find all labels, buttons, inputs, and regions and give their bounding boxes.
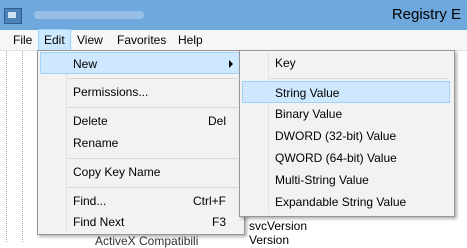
registry-editor-icon[interactable] [4,8,22,24]
menu-view[interactable]: View [72,30,108,50]
new-string-value-label: String Value [275,86,340,100]
edit-menu-new-label: New [73,57,98,71]
new-binary-value-label: Binary Value [275,107,343,121]
title-bar-blurred-region [34,11,144,19]
menu-bar: File Edit View Favorites Help [0,29,467,51]
menu-file[interactable]: File [8,30,37,50]
edit-menu-dropdown: New Permissions... Delete Del Rename Cop… [37,50,245,235]
edit-menu-delete[interactable]: Delete Del [40,110,240,132]
edit-menu-copy-key-name[interactable]: Copy Key Name [40,161,240,183]
value-name-svcversion[interactable]: svcVersion [249,219,307,233]
menu-separator [68,78,238,79]
new-expandable-string-value-label: Expandable String Value [275,195,407,209]
menu-separator [68,107,238,108]
tree-item-activex-compatibility[interactable]: ActiveX Compatibili [95,234,198,248]
new-multi-string-value-label: Multi-String Value [275,173,369,187]
menu-separator [68,158,238,159]
new-key-label: Key [275,56,296,70]
new-key[interactable]: Key [242,52,450,74]
tree-guide-line [6,51,7,242]
menu-favorites[interactable]: Favorites [112,30,171,50]
new-qword-value[interactable]: QWORD (64-bit) Value [242,147,450,169]
new-string-value[interactable]: String Value [242,81,450,103]
edit-menu-permissions-label: Permissions... [73,85,149,99]
window-title: Registry E [391,6,461,23]
edit-menu-find-next-label: Find Next [73,215,125,229]
edit-menu-rename-label: Rename [73,136,119,150]
value-name-version[interactable]: Version [249,233,289,247]
tree-guide-line [22,51,23,242]
menu-help[interactable]: Help [173,30,208,50]
new-dword-value-label: DWORD (32-bit) Value [275,129,397,143]
new-expandable-string-value[interactable]: Expandable String Value [242,191,450,213]
edit-menu-find-shortcut: Ctrl+F [193,194,226,208]
new-qword-value-label: QWORD (64-bit) Value [275,151,397,165]
new-multi-string-value[interactable]: Multi-String Value [242,169,450,191]
edit-menu-find[interactable]: Find... Ctrl+F [40,190,240,212]
new-binary-value[interactable]: Binary Value [242,103,450,125]
edit-menu-delete-label: Delete [73,114,108,128]
edit-menu-delete-shortcut: Del [207,114,226,128]
menu-separator [68,187,238,188]
edit-menu-find-next-shortcut: F3 [211,215,226,229]
edit-menu-find-label: Find... [73,194,107,208]
new-dword-value[interactable]: DWORD (32-bit) Value [242,125,450,147]
edit-menu-find-next[interactable]: Find Next F3 [40,211,240,233]
edit-menu-permissions[interactable]: Permissions... [40,81,240,103]
menu-separator [270,78,448,79]
submenu-arrow-icon [229,60,233,68]
title-bar: Registry E [0,0,467,30]
edit-menu-new[interactable]: New [40,52,240,74]
new-submenu: Key String Value Binary Value DWORD (32-… [239,50,455,217]
edit-menu-rename[interactable]: Rename [40,132,240,154]
edit-menu-copy-key-name-label: Copy Key Name [73,165,161,179]
menu-edit[interactable]: Edit [38,29,71,51]
